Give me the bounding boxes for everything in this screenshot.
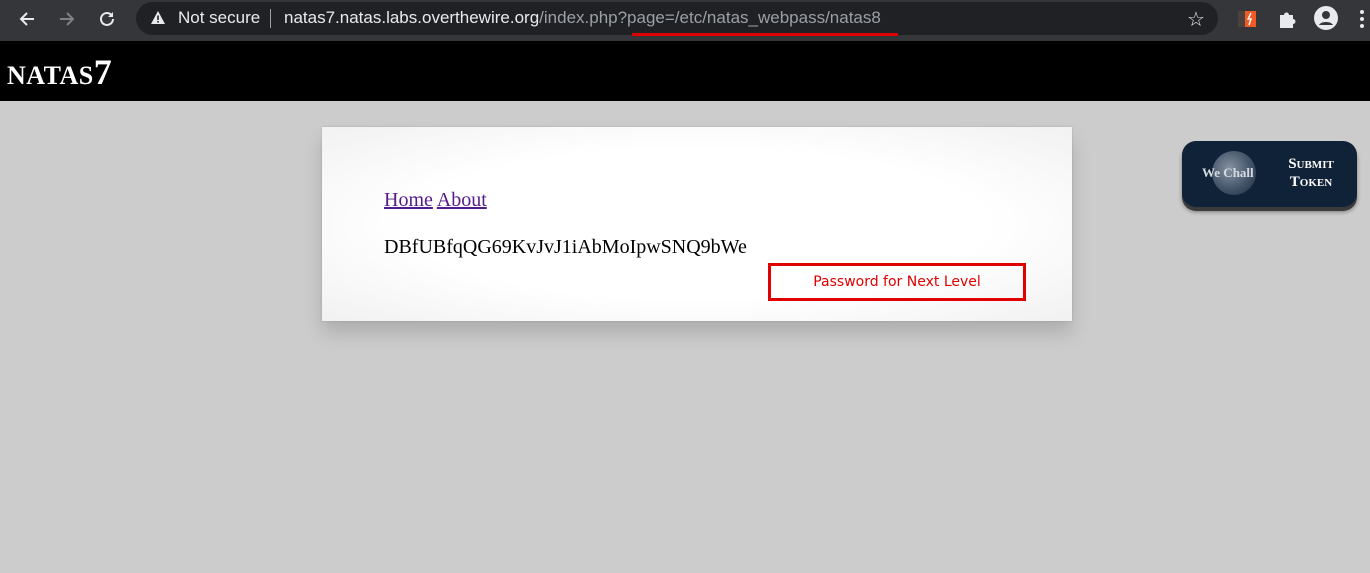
- submit-token-label: Submit Token: [1276, 155, 1346, 191]
- puzzle-icon[interactable]: [1276, 8, 1298, 30]
- reload-button[interactable]: [92, 5, 122, 33]
- arrow-right-icon: [60, 12, 75, 26]
- extension-icon[interactable]: [1236, 8, 1258, 30]
- title-prefix: NATAS: [7, 61, 94, 90]
- warning-triangle-icon[interactable]: [150, 10, 166, 26]
- omnibox-separator: [270, 9, 271, 28]
- back-button[interactable]: [12, 5, 42, 33]
- reload-icon: [100, 11, 114, 26]
- forward-button[interactable]: [52, 5, 82, 33]
- annotation-label: Password for Next Level: [813, 274, 981, 290]
- password-text: DBfUBfqQG69KvJvJ1iAbMoIpwSNQ9bWe: [384, 236, 747, 258]
- content-card: Home About DBfUBfqQG69KvJvJ1iAbMoIpwSNQ9…: [322, 127, 1072, 321]
- url-path: /index.php?page=/etc/natas_webpass/natas…: [539, 8, 881, 27]
- site-title: NATAS7: [7, 51, 112, 93]
- star-icon[interactable]: ☆: [1185, 8, 1207, 30]
- security-status[interactable]: Not secure: [178, 8, 260, 28]
- wechall-submit-token-button[interactable]: We Chall Submit Token: [1182, 141, 1357, 207]
- title-number: 7: [93, 52, 112, 92]
- about-link[interactable]: About: [437, 189, 487, 211]
- home-link[interactable]: Home: [384, 189, 433, 211]
- kebab-menu-icon[interactable]: [1360, 8, 1370, 30]
- site-header: NATAS7: [0, 41, 1370, 101]
- submit-label: Submit: [1288, 156, 1334, 172]
- url-host: natas7.natas.labs.overthewire.org: [284, 8, 540, 27]
- token-label: Token: [1289, 174, 1333, 190]
- nav-links: Home About: [384, 189, 487, 212]
- wechall-brand: We Chall: [1202, 165, 1254, 180]
- password-annotation: Password for Next Level: [768, 263, 1026, 301]
- url-text[interactable]: natas7.natas.labs.overthewire.org/index.…: [284, 8, 881, 28]
- browser-toolbar: Not secure natas7.natas.labs.overthewire…: [0, 0, 1370, 41]
- address-bar[interactable]: Not secure natas7.natas.labs.overthewire…: [136, 2, 1218, 35]
- account-circle-icon[interactable]: [1313, 5, 1339, 31]
- url-highlight-underline: [632, 33, 898, 36]
- arrow-left-icon: [19, 12, 34, 26]
